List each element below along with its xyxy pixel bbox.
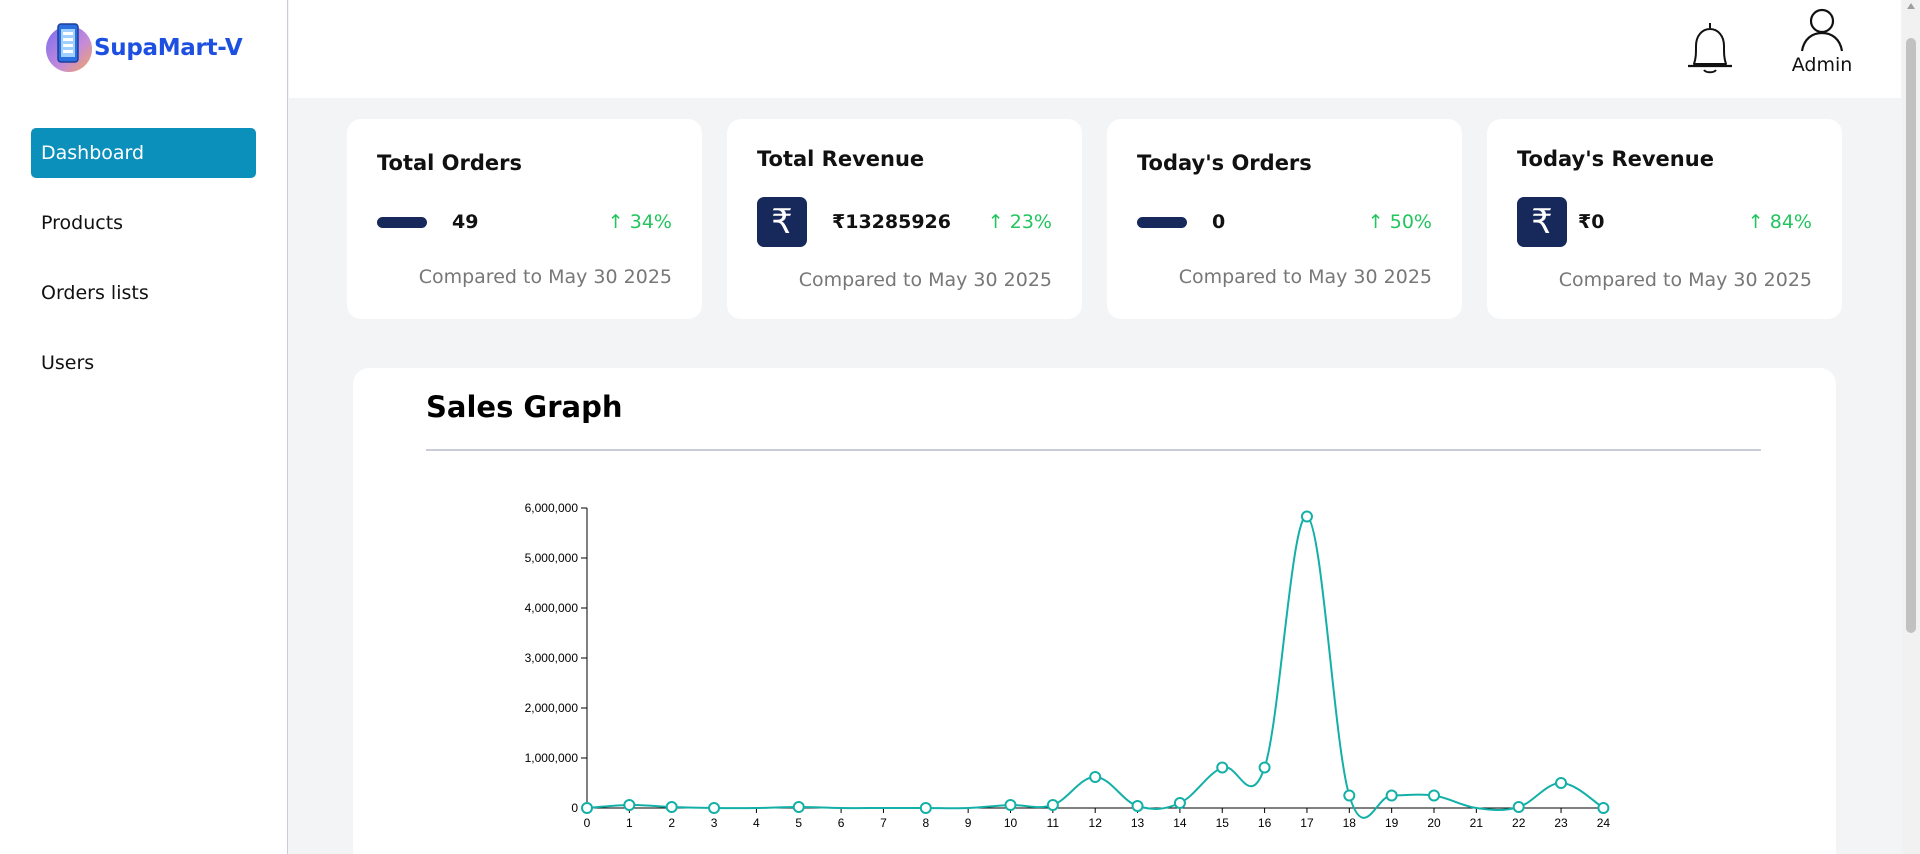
x-tick-label: 13 [1131,816,1145,830]
x-tick-label: 4 [753,816,760,830]
data-point [1555,777,1568,789]
scrollbar-thumb[interactable] [1906,38,1916,633]
data-point [1216,761,1229,774]
y-tick-label: 4,000,000 [525,601,579,615]
y-tick-label: 6,000,000 [525,501,579,515]
sidebar-item-orders-lists[interactable]: Orders lists [31,268,256,318]
user-menu[interactable]: Admin [1787,8,1857,76]
data-point [1512,801,1525,813]
data-point [919,802,932,814]
x-tick-label: 16 [1258,816,1272,830]
bell-icon[interactable] [1682,20,1738,76]
stat-card-total-orders: Total Orders 49 ↑ 34% Compared to May 30… [347,119,702,319]
y-tick-label: 3,000,000 [525,651,579,665]
y-tick-label: 1,000,000 [525,751,579,765]
x-tick-label: 22 [1512,816,1526,830]
card-title: Today's Orders [1137,151,1312,175]
card-change: ↑ 23% [987,211,1052,233]
x-tick-label: 8 [922,816,929,830]
card-compare: Compared to May 30 2025 [1558,269,1812,291]
card-title: Today's Revenue [1517,147,1714,171]
data-point [1597,802,1610,814]
sidebar-item-users[interactable]: Users [31,338,256,388]
card-value: ₹13285926 [832,211,951,233]
sales-line-chart: 0 1,000,000 2,000,000 3,000,000 4,000,000 5,0… [525,501,1611,830]
rupee-icon: ₹ [1517,197,1567,247]
card-value: 49 [452,211,479,233]
data-point [1300,510,1313,523]
x-tick-label: 11 [1047,816,1060,830]
data-point [1004,799,1017,811]
sidebar-item-products[interactable]: Products [31,198,256,248]
data-point [708,802,721,814]
card-change: ↑ 50% [1367,211,1432,233]
x-tick-label: 18 [1343,816,1357,830]
x-tick-label: 12 [1089,816,1103,830]
x-tick-label: 7 [880,816,887,830]
sidebar-item-dashboard[interactable]: Dashboard [31,128,256,178]
card-title: Total Orders [377,151,523,175]
phone-logo-icon [44,20,94,76]
x-tick-label: 0 [584,816,591,830]
x-tick-label: 10 [1004,816,1018,830]
data-point [665,801,678,813]
page-scrollbar[interactable] [1902,0,1920,854]
pill-icon [1137,217,1187,228]
sidebar-nav: Dashboard Products Orders lists Users [31,128,256,408]
data-point [1089,771,1102,783]
x-tick-label: 5 [795,816,802,830]
brand[interactable]: SupaMart-V [44,20,243,76]
pill-icon [377,217,427,228]
x-tick-label: 20 [1427,816,1441,830]
card-compare: Compared to May 30 2025 [418,266,672,288]
y-tick-label: 5,000,000 [525,551,579,565]
x-tick-label: 17 [1300,816,1314,830]
y-tick-label: 2,000,000 [525,701,579,715]
scroll-up-arrow-icon[interactable] [1907,3,1915,9]
data-point [1428,789,1440,802]
card-compare: Compared to May 30 2025 [1178,266,1432,288]
x-tick-label: 1 [626,816,633,830]
card-change: ↑ 84% [1747,211,1812,233]
y-tick-label: 0 [571,801,578,815]
stat-card-total-revenue: Total Revenue ₹ ₹13285926 ↑ 23% Compared… [727,119,1082,319]
x-tick-label: 2 [668,816,675,830]
data-point [792,801,805,813]
data-point [623,799,636,811]
data-point [581,802,593,814]
sidebar: SupaMart-V Dashboard Products Orders lis… [0,0,288,854]
x-tick-label: 24 [1597,816,1611,830]
card-title: Total Revenue [757,147,925,171]
card-value: 0 [1212,211,1226,233]
x-tick-label: 9 [965,816,972,830]
data-point [1173,797,1186,809]
sales-graph-panel: Sales Graph 0 1,000,000 2,000,000 3,000,000… [353,368,1836,854]
stat-card-todays-revenue: Today's Revenue ₹ ₹0 ↑ 84% Compared to M… [1487,119,1842,319]
x-tick-label: 14 [1173,816,1187,830]
card-change: ↑ 34% [607,211,672,233]
user-icon [1800,8,1844,52]
user-label: Admin [1791,54,1853,76]
brand-name: SupaMart-V [94,35,243,61]
rupee-icon: ₹ [757,197,807,247]
data-point [1046,799,1059,811]
x-tick-label: 21 [1470,816,1484,830]
stat-card-todays-orders: Today's Orders 0 ↑ 50% Compared to May 3… [1107,119,1462,319]
data-point [1385,789,1398,802]
top-header [289,0,1901,98]
x-tick-label: 3 [711,816,718,830]
card-compare: Compared to May 30 2025 [798,269,1052,291]
data-point [1258,761,1271,774]
x-tick-label: 6 [838,816,845,830]
x-tick-label: 23 [1554,816,1568,830]
x-tick-label: 19 [1385,816,1399,830]
card-value: ₹0 [1578,211,1605,233]
data-point [1343,789,1356,802]
data-point [1131,800,1144,812]
x-tick-label: 15 [1216,816,1230,830]
